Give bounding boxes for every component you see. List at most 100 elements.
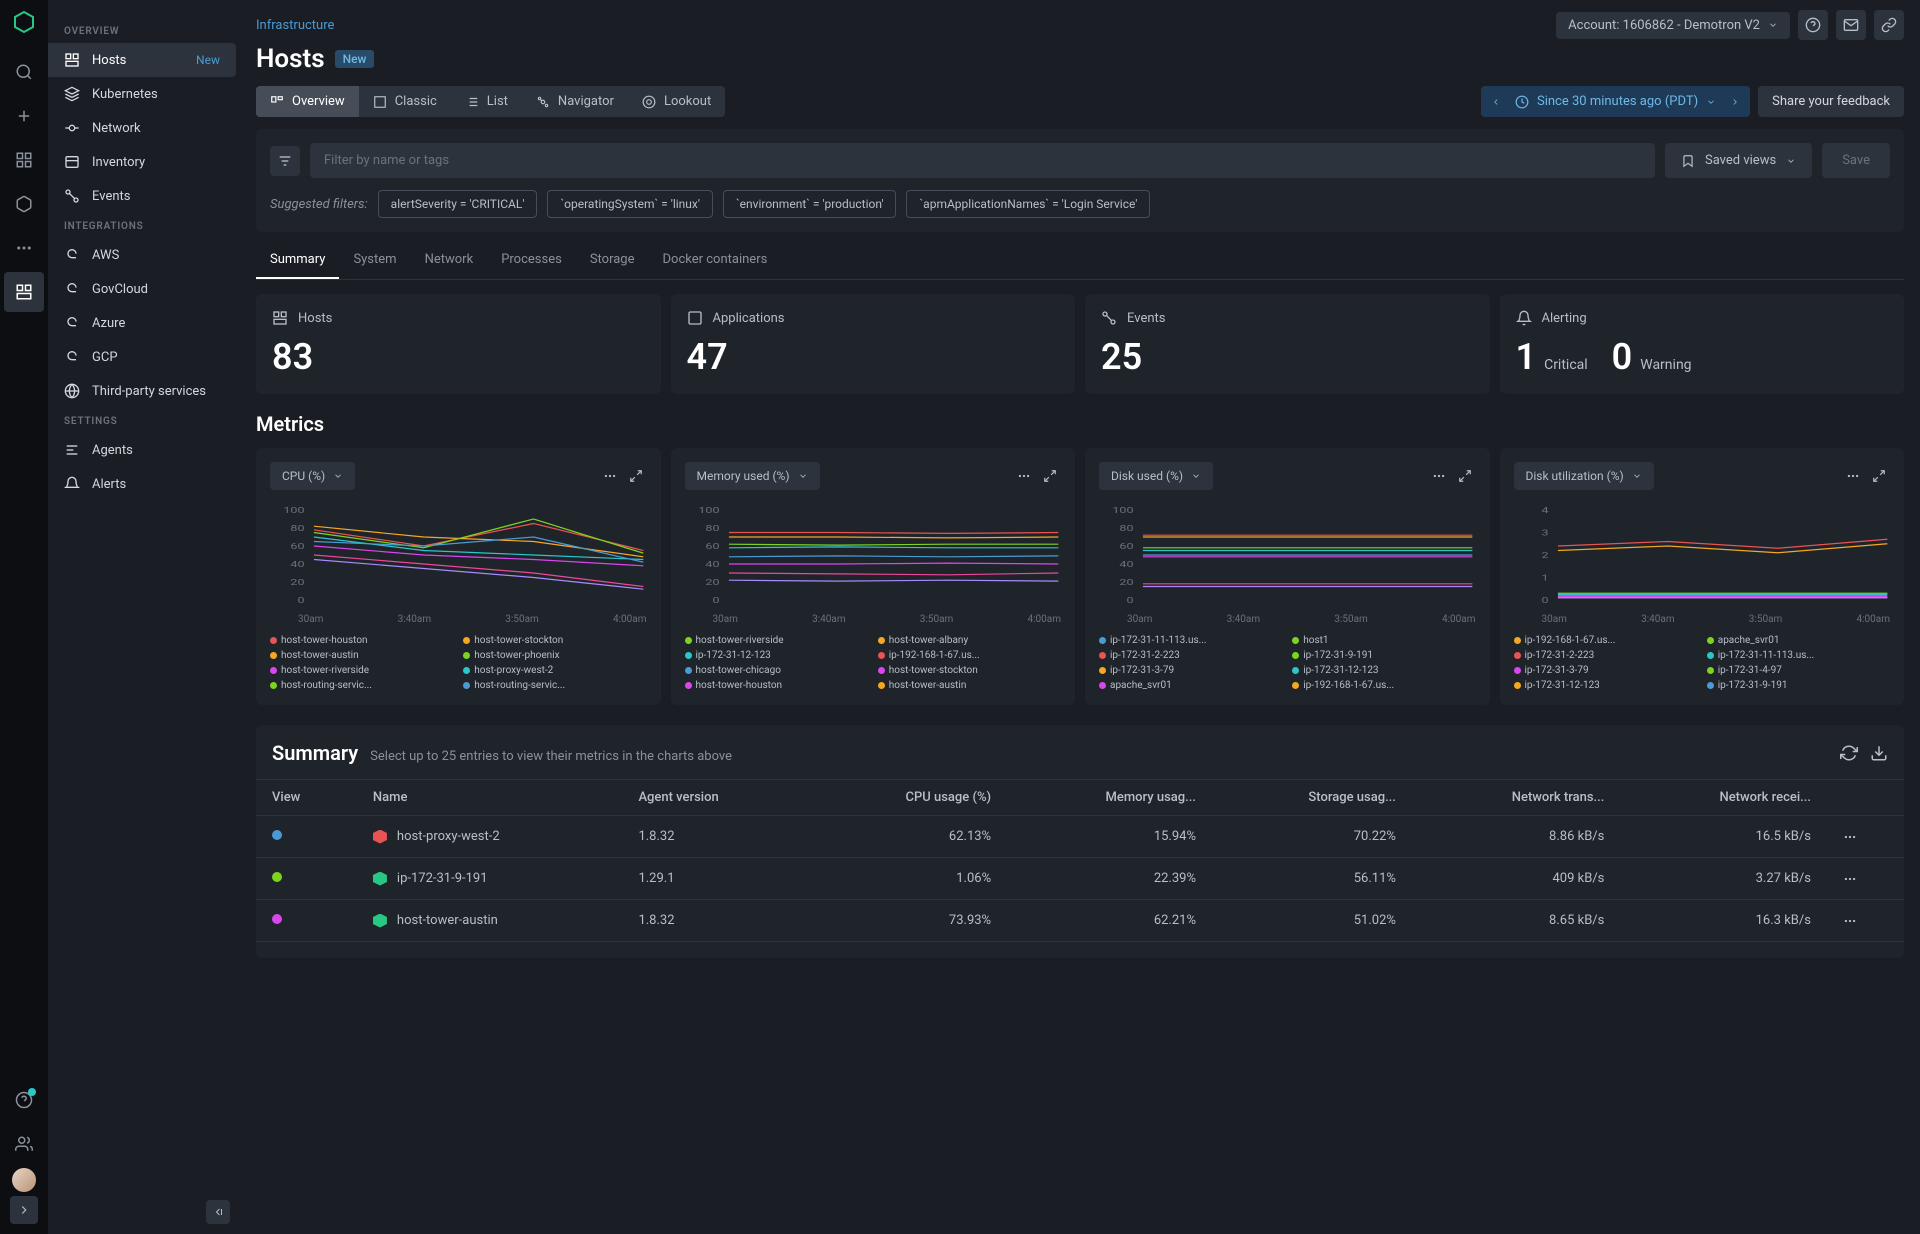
legend-item[interactable]: ip-172-31-12-123 xyxy=(685,650,868,661)
legend-item[interactable]: host-tower-austin xyxy=(878,680,1061,691)
legend-item[interactable]: ip-172-31-3-79 xyxy=(1099,665,1282,676)
chart-menu-button[interactable] xyxy=(599,465,621,487)
table-header[interactable]: Network recei... xyxy=(1620,780,1827,816)
infrastructure-icon[interactable] xyxy=(4,272,44,312)
legend-item[interactable]: host-tower-riverside xyxy=(685,635,868,646)
filter-icon[interactable] xyxy=(270,146,300,176)
saved-views-button[interactable]: Saved views xyxy=(1665,143,1812,178)
chart-area[interactable]: 01234 xyxy=(1514,500,1891,610)
download-button[interactable] xyxy=(1870,744,1888,762)
row-actions[interactable] xyxy=(1827,816,1904,858)
sub-tab-processes[interactable]: Processes xyxy=(487,242,576,279)
sidebar-item-aws[interactable]: AWS xyxy=(48,238,236,272)
sidebar-item-azure[interactable]: Azure xyxy=(48,306,236,340)
time-next-button[interactable] xyxy=(1720,89,1750,115)
filter-chip[interactable]: `apmApplicationNames` = 'Login Service' xyxy=(906,190,1150,218)
sidebar-item-govcloud[interactable]: GovCloud xyxy=(48,272,236,306)
legend-item[interactable]: host-proxy-west-2 xyxy=(463,665,646,676)
sub-tab-system[interactable]: System xyxy=(339,242,410,279)
refresh-button[interactable] xyxy=(1840,744,1858,762)
table-row[interactable]: host-tower-austin1.8.3273.93%62.21%51.02… xyxy=(256,900,1904,942)
legend-item[interactable]: host-tower-phoenix xyxy=(463,650,646,661)
legend-item[interactable]: host-tower-houston xyxy=(270,635,453,646)
table-row[interactable]: host-proxy-west-21.8.3262.13%15.94%70.22… xyxy=(256,816,1904,858)
chart-expand-button[interactable] xyxy=(625,465,647,487)
chart-expand-button[interactable] xyxy=(1039,465,1061,487)
legend-item[interactable]: apache_svr01 xyxy=(1099,680,1282,691)
legend-item[interactable]: host-tower-stockton xyxy=(463,635,646,646)
time-prev-button[interactable] xyxy=(1481,89,1511,115)
chart-expand-button[interactable] xyxy=(1868,465,1890,487)
sidebar-item-alerts[interactable]: Alerts xyxy=(48,467,236,501)
sub-tab-network[interactable]: Network xyxy=(411,242,488,279)
collapse-rail-icon[interactable] xyxy=(10,1196,38,1224)
row-actions[interactable] xyxy=(1827,858,1904,900)
chart-area[interactable]: 020406080100 xyxy=(685,500,1062,610)
chart-menu-button[interactable] xyxy=(1013,465,1035,487)
cube-icon[interactable] xyxy=(4,184,44,224)
more-icon[interactable] xyxy=(4,228,44,268)
link-button[interactable] xyxy=(1874,10,1904,40)
legend-item[interactable]: ip-172-31-3-79 xyxy=(1514,665,1697,676)
legend-item[interactable]: ip-172-31-12-123 xyxy=(1292,665,1475,676)
sidebar-item-network[interactable]: Network xyxy=(48,111,236,145)
filter-chip[interactable]: `environment` = 'production' xyxy=(723,190,897,218)
help-button[interactable] xyxy=(1798,10,1828,40)
time-range-select[interactable]: Since 30 minutes ago (PDT) xyxy=(1511,86,1720,117)
view-tab-overview[interactable]: Overview xyxy=(256,86,359,117)
table-row[interactable]: ip-172-31-9-1911.29.11.06%22.39%56.11%40… xyxy=(256,858,1904,900)
chart-area[interactable]: 020406080100 xyxy=(270,500,647,610)
legend-item[interactable]: ip-172-31-2-223 xyxy=(1514,650,1697,661)
legend-item[interactable]: host-routing-servic... xyxy=(463,680,646,691)
feedback-button[interactable]: Share your feedback xyxy=(1758,86,1904,117)
chart-area[interactable]: 020406080100 xyxy=(1099,500,1476,610)
legend-item[interactable]: host-tower-houston xyxy=(685,680,868,691)
sidebar-collapse-button[interactable] xyxy=(206,1200,230,1224)
sidebar-item-agents[interactable]: Agents xyxy=(48,433,236,467)
legend-item[interactable]: ip-172-31-4-97 xyxy=(1707,665,1890,676)
search-icon[interactable] xyxy=(4,52,44,92)
row-actions[interactable] xyxy=(1827,900,1904,942)
legend-item[interactable]: host-tower-chicago xyxy=(685,665,868,676)
filter-chip[interactable]: `operatingSystem` = 'linux' xyxy=(547,190,713,218)
legend-item[interactable]: ip-192-168-1-67.us... xyxy=(1514,635,1697,646)
legend-item[interactable]: host1 xyxy=(1292,635,1475,646)
account-select[interactable]: Account: 1606862 - Demotron V2 xyxy=(1556,12,1790,39)
legend-item[interactable]: host-tower-albany xyxy=(878,635,1061,646)
view-tab-list[interactable]: List xyxy=(451,86,522,117)
user-avatar[interactable] xyxy=(12,1168,36,1192)
legend-item[interactable]: ip-172-31-9-191 xyxy=(1292,650,1475,661)
mail-button[interactable] xyxy=(1836,10,1866,40)
add-icon[interactable] xyxy=(4,96,44,136)
save-button[interactable]: Save xyxy=(1822,143,1890,178)
table-header[interactable]: Storage usag... xyxy=(1212,780,1412,816)
chart-metric-select[interactable]: Disk utilization (%) xyxy=(1514,462,1654,490)
sub-tab-storage[interactable]: Storage xyxy=(576,242,649,279)
table-header[interactable]: View xyxy=(256,780,357,816)
table-header[interactable]: Name xyxy=(357,780,623,816)
table-header[interactable]: Agent version xyxy=(622,780,810,816)
chart-menu-button[interactable] xyxy=(1428,465,1450,487)
legend-item[interactable]: host-routing-servic... xyxy=(270,680,453,691)
chart-metric-select[interactable]: Memory used (%) xyxy=(685,462,820,490)
legend-item[interactable]: host-tower-riverside xyxy=(270,665,453,676)
legend-item[interactable]: host-tower-austin xyxy=(270,650,453,661)
legend-item[interactable]: ip-172-31-11-113.us... xyxy=(1099,635,1282,646)
users-icon[interactable] xyxy=(4,1124,44,1164)
dashboard-icon[interactable] xyxy=(4,140,44,180)
legend-item[interactable]: ip-172-31-12-123 xyxy=(1514,680,1697,691)
view-tab-navigator[interactable]: Navigator xyxy=(522,86,628,117)
legend-item[interactable]: ip-172-31-11-113.us... xyxy=(1707,650,1890,661)
sidebar-item-kubernetes[interactable]: Kubernetes xyxy=(48,77,236,111)
view-tab-lookout[interactable]: Lookout xyxy=(628,86,725,117)
chart-expand-button[interactable] xyxy=(1454,465,1476,487)
legend-item[interactable]: ip-192-168-1-67.us... xyxy=(1292,680,1475,691)
table-header[interactable]: CPU usage (%) xyxy=(810,780,1007,816)
chart-metric-select[interactable]: CPU (%) xyxy=(270,462,355,490)
sub-tab-docker-containers[interactable]: Docker containers xyxy=(649,242,782,279)
legend-item[interactable]: ip-192-168-1-67.us... xyxy=(878,650,1061,661)
table-header[interactable]: Memory usag... xyxy=(1007,780,1212,816)
legend-item[interactable]: ip-172-31-2-223 xyxy=(1099,650,1282,661)
legend-item[interactable]: apache_svr01 xyxy=(1707,635,1890,646)
sidebar-item-gcp[interactable]: GCP xyxy=(48,340,236,374)
